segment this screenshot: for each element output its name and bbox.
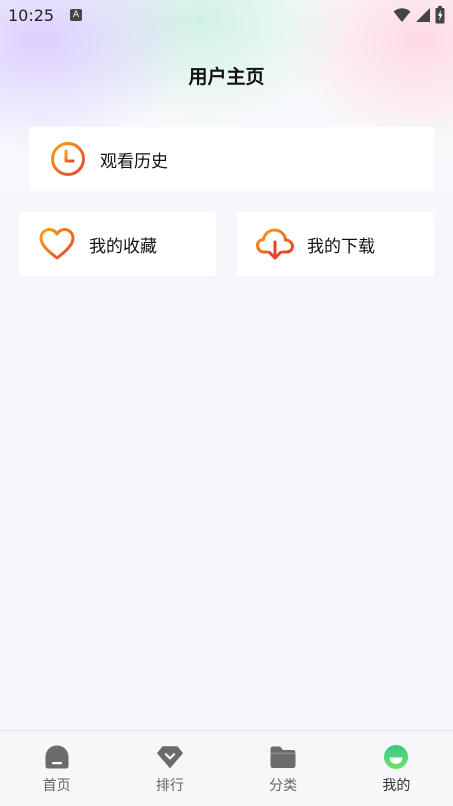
status-indicators: [393, 6, 445, 24]
battery-icon: [435, 6, 445, 24]
cellular-signal-icon: [416, 8, 430, 22]
nav-label-home: 首页: [42, 778, 71, 794]
cloud-download-icon: [255, 224, 295, 264]
nav-item-home[interactable]: 首页: [0, 731, 113, 806]
status-bar: 10:25 A: [0, 0, 453, 32]
nav-label-ranking: 排行: [155, 778, 184, 794]
watch-history-card[interactable]: 观看历史: [29, 127, 434, 191]
nav-item-profile[interactable]: 我的: [340, 731, 453, 806]
profile-smile-icon: [382, 743, 410, 771]
nav-item-ranking[interactable]: 排行: [113, 731, 226, 806]
nav-label-category: 分类: [269, 778, 298, 794]
bottom-navigation: 首页 排行 分类 我的: [0, 730, 453, 806]
wifi-icon: [393, 8, 411, 22]
page-title: 用户主页: [188, 66, 265, 88]
folder-icon: [269, 743, 297, 771]
home-icon: [43, 743, 71, 771]
watch-history-label: 观看历史: [100, 151, 168, 172]
nav-item-category[interactable]: 分类: [227, 731, 340, 806]
ranking-icon: [156, 743, 184, 771]
downloads-card[interactable]: 我的下载: [237, 212, 434, 276]
favorites-card[interactable]: 我的收藏: [19, 212, 216, 276]
notification-icon: A: [70, 9, 82, 21]
heart-icon: [37, 224, 77, 264]
status-time: 10:25: [8, 6, 55, 25]
downloads-label: 我的下载: [307, 236, 375, 257]
favorites-label: 我的收藏: [89, 236, 157, 257]
nav-label-profile: 我的: [382, 778, 411, 794]
clock-icon: [48, 139, 88, 179]
